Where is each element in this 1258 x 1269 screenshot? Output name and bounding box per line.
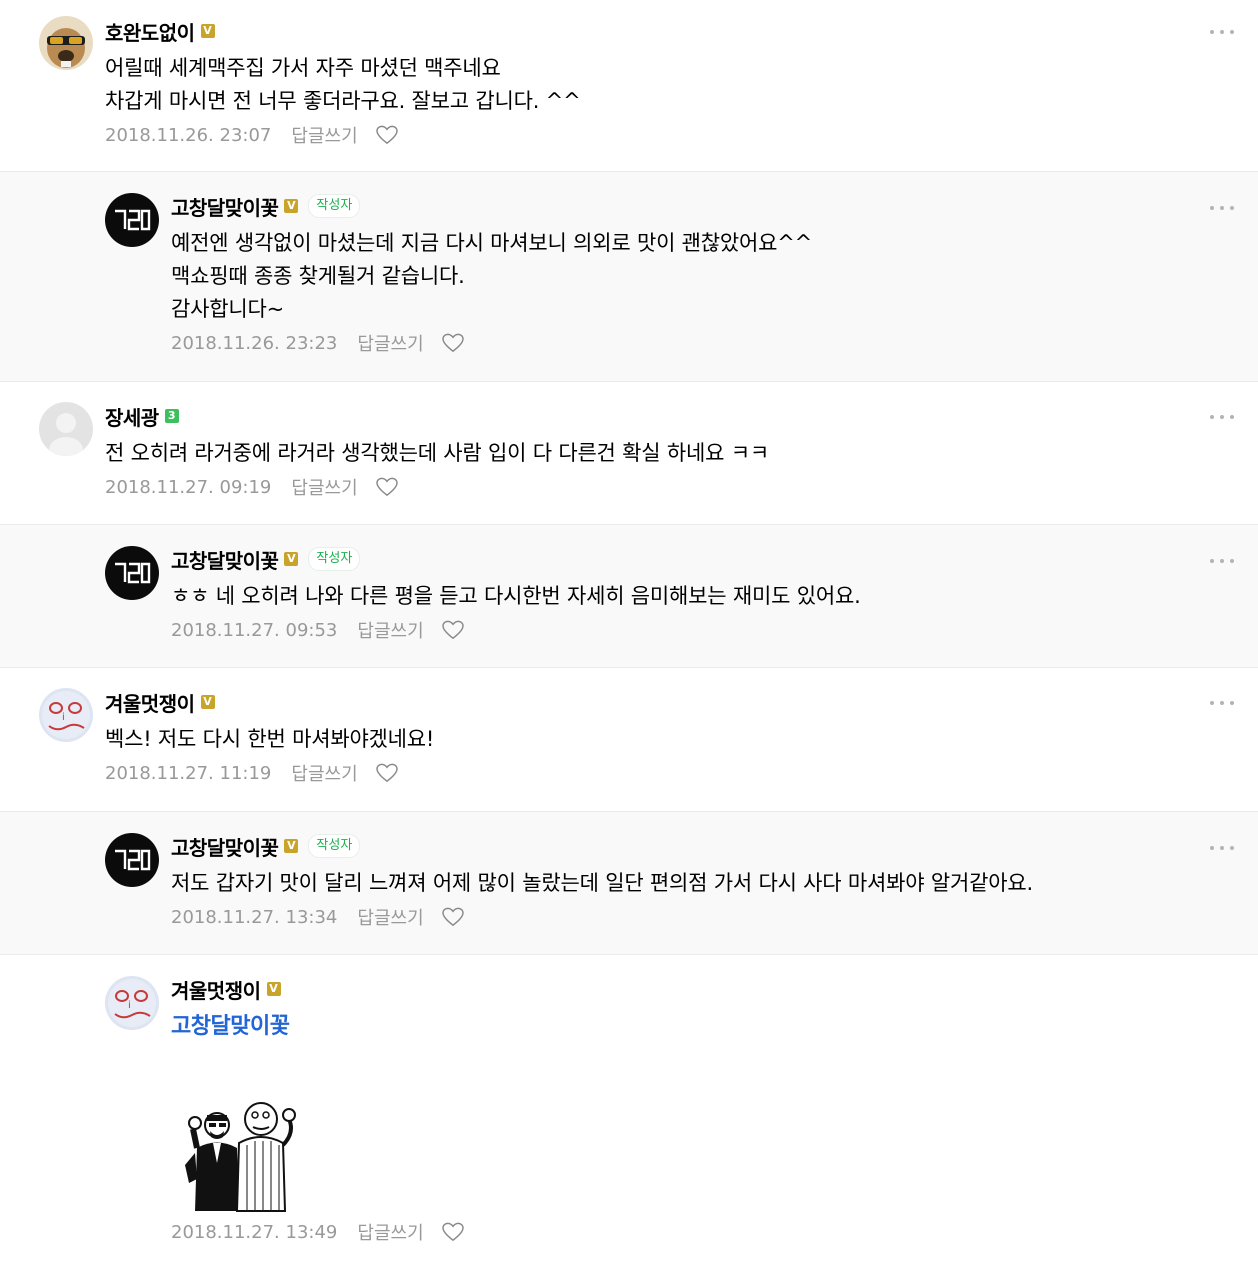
reply-button[interactable]: 답글쓰기 xyxy=(357,904,423,930)
more-options-icon[interactable] xyxy=(1210,27,1234,37)
doodle-face-avatar-icon[interactable]: i xyxy=(39,688,93,742)
heart-icon[interactable] xyxy=(441,1222,464,1242)
level-badge: V xyxy=(200,24,215,38)
level-badge: V xyxy=(266,982,281,996)
comment-text: 벡스! 저도 다시 한번 마셔봐야겠네요! xyxy=(105,727,435,751)
heart-icon[interactable] xyxy=(375,477,398,497)
reply-button[interactable]: 답글쓰기 xyxy=(291,760,357,786)
reply-item: i 겨울멋쟁이 V 고창달맞이꽃 2018.11.27. 13:49 답글쓰기 xyxy=(0,955,1258,1269)
level-badge: 3 xyxy=(164,409,179,423)
bulldog-sunglasses-avatar-icon[interactable] xyxy=(39,16,93,70)
default-user-avatar-icon[interactable] xyxy=(39,402,93,456)
level-badge: V xyxy=(284,839,299,853)
reply-button[interactable]: 답글쓰기 xyxy=(357,617,423,643)
comment-text: 예전엔 생각없이 마셨는데 지금 다시 마셔보니 의외로 맛이 괜찮았어요^^ … xyxy=(171,231,813,321)
reply-item: 고창달맞이꽃 V 작성자 예전엔 생각없이 마셨는데 지금 다시 마셔보니 의외… xyxy=(0,172,1258,382)
comment-date: 2018.11.27. 13:34 xyxy=(171,906,338,928)
svg-text:i: i xyxy=(62,712,65,723)
comment-date: 2018.11.27. 13:49 xyxy=(171,1221,338,1243)
reply-item: 고창달맞이꽃 V 작성자 저도 갑자기 맛이 달리 느껴져 어제 많이 놀랐는데… xyxy=(0,812,1258,955)
comment-date: 2018.11.26. 23:23 xyxy=(171,332,338,354)
more-options-icon[interactable] xyxy=(1210,698,1234,708)
comment-text: 어릴때 세계맥주집 가서 자주 마셨던 맥주네요 차갑게 마시면 전 너무 좋더… xyxy=(105,56,581,113)
nickname[interactable]: 고창달맞이꽃 xyxy=(171,832,279,861)
heart-icon[interactable] xyxy=(441,333,464,353)
level-badge: V xyxy=(200,695,215,709)
mention-link[interactable]: 고창달맞이꽃 xyxy=(171,1010,1188,1043)
level-badge: V xyxy=(284,199,299,213)
comment-text: ㅎㅎ 네 오히려 나와 다른 평을 듣고 다시한번 자세히 음미해보는 재미도 … xyxy=(171,584,861,608)
comment-date: 2018.11.26. 23:07 xyxy=(105,124,272,146)
comment-item: 장세광 3 전 오히려 라거중에 라거라 생각했는데 사람 입이 다 다른건 확… xyxy=(0,382,1258,525)
doodle-face-avatar-icon[interactable]: i xyxy=(105,976,159,1030)
two-men-ok-gesture-sticker xyxy=(171,1093,321,1213)
more-options-icon[interactable] xyxy=(1210,843,1234,853)
gcd-logo-avatar-icon[interactable] xyxy=(105,833,159,887)
gcd-logo-avatar-icon[interactable] xyxy=(105,193,159,247)
nickname[interactable]: 고창달맞이꽃 xyxy=(171,545,279,574)
nickname[interactable]: 장세광 xyxy=(105,402,159,431)
level-badge: V xyxy=(284,552,299,566)
comment-date: 2018.11.27. 11:19 xyxy=(105,762,272,784)
heart-icon[interactable] xyxy=(441,620,464,640)
comment-item: 호완도없이 V 어릴때 세계맥주집 가서 자주 마셨던 맥주네요 차갑게 마시면… xyxy=(0,0,1258,172)
nickname[interactable]: 고창달맞이꽃 xyxy=(171,192,279,221)
author-tag: 작성자 xyxy=(308,547,361,571)
reply-button[interactable]: 답글쓰기 xyxy=(357,330,423,356)
reply-button[interactable]: 답글쓰기 xyxy=(291,474,357,500)
reply-button[interactable]: 답글쓰기 xyxy=(291,122,357,148)
nickname[interactable]: 겨울멋쟁이 xyxy=(105,688,195,717)
heart-icon[interactable] xyxy=(375,125,398,145)
nickname[interactable]: 겨울멋쟁이 xyxy=(171,975,261,1004)
author-tag: 작성자 xyxy=(308,834,361,858)
more-options-icon[interactable] xyxy=(1210,203,1234,213)
heart-icon[interactable] xyxy=(375,763,398,783)
nickname[interactable]: 호완도없이 xyxy=(105,17,195,46)
comment-item: i 겨울멋쟁이 V 벡스! 저도 다시 한번 마셔봐야겠네요! 2018.11.… xyxy=(0,668,1258,812)
gcd-logo-avatar-icon[interactable] xyxy=(105,546,159,600)
comment-date: 2018.11.27. 09:53 xyxy=(171,619,338,641)
comment-text: 저도 갑자기 맛이 달리 느껴져 어제 많이 놀랐는데 일단 편의점 가서 다시… xyxy=(171,871,1033,895)
reply-button[interactable]: 답글쓰기 xyxy=(357,1219,423,1245)
svg-text:i: i xyxy=(128,1000,131,1011)
heart-icon[interactable] xyxy=(441,907,464,927)
comment-date: 2018.11.27. 09:19 xyxy=(105,476,272,498)
comment-text: 전 오히려 라거중에 라거라 생각했는데 사람 입이 다 다른건 확실 하네요 … xyxy=(105,441,769,465)
more-options-icon[interactable] xyxy=(1210,412,1234,422)
author-tag: 작성자 xyxy=(308,194,361,218)
more-options-icon[interactable] xyxy=(1210,556,1234,566)
reply-item: 고창달맞이꽃 V 작성자 ㅎㅎ 네 오히려 나와 다른 평을 듣고 다시한번 자… xyxy=(0,525,1258,668)
